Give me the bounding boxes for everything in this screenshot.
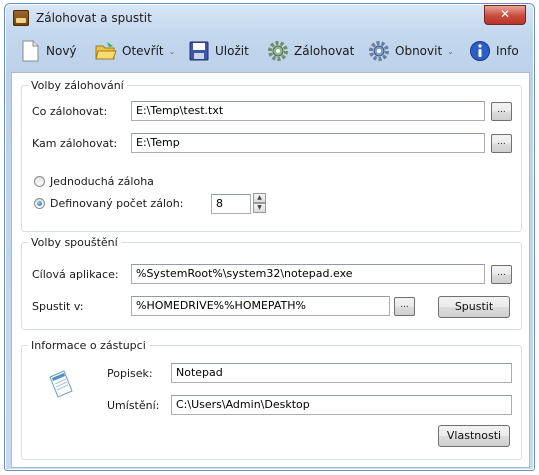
properties-button[interactable]: Vlastnosti <box>438 425 510 447</box>
new-label: Nový <box>46 44 77 58</box>
toolbar: Nový Otevřít ⌄ Uložit Zálohovat Obnovit … <box>11 36 528 66</box>
backup-label: Zálohovat <box>294 44 355 58</box>
info-label: Info <box>496 44 519 58</box>
backup-gear-icon <box>267 40 289 62</box>
launch-options-legend: Volby spouštění <box>31 236 118 249</box>
restore-dropdown-arrow[interactable]: ⌄ <box>447 47 454 56</box>
restore-label: Obnovit <box>395 44 443 58</box>
target-label: Kam zálohovat: <box>32 137 118 150</box>
source-browse-button[interactable]: ... <box>491 102 512 121</box>
target-path-input[interactable]: E:\Temp <box>131 133 485 153</box>
notepad-icon <box>46 369 76 399</box>
app-icon <box>13 10 29 26</box>
new-document-icon <box>19 40 41 62</box>
source-label: Co zálohovat: <box>32 105 108 118</box>
run-in-input[interactable]: %HOMEDRIVE%%HOMEPATH% <box>131 296 390 316</box>
location-label: Umístění: <box>107 399 160 412</box>
source-path-input[interactable]: E:\Temp\test.txt <box>131 101 485 121</box>
shortcut-info-legend: Informace o zástupci <box>31 339 146 352</box>
description-input[interactable]: Notepad <box>171 363 512 383</box>
run-in-label: Spustit v: <box>32 300 84 313</box>
window-title: Zálohovat a spustit <box>36 11 152 25</box>
location-input[interactable]: C:\Users\Admin\Desktop <box>171 395 512 415</box>
run-in-browse-button[interactable]: ... <box>394 297 415 316</box>
target-browse-button[interactable]: ... <box>491 134 512 153</box>
app-window: Zálohovat a spustit ✕ Nový Otevřít ⌄ Ulo… <box>4 3 535 471</box>
save-disk-icon <box>188 40 210 62</box>
open-folder-icon <box>95 40 117 62</box>
backup-options-legend: Volby zálohování <box>31 79 124 92</box>
open-button[interactable]: Otevřít ⌄ <box>95 38 175 64</box>
open-label: Otevřít <box>122 44 164 58</box>
target-app-label: Cílová aplikace: <box>32 268 119 281</box>
info-icon <box>469 40 491 62</box>
spin-down-icon[interactable]: ▼ <box>253 203 266 213</box>
spin-up-icon[interactable]: ▲ <box>253 193 266 203</box>
defined-count-label: Definovaný počet záloh: <box>50 197 184 210</box>
save-label: Uložit <box>215 44 249 58</box>
run-button[interactable]: Spustit <box>438 296 510 318</box>
simple-backup-radio[interactable] <box>34 176 45 187</box>
description-label: Popisek: <box>107 367 153 380</box>
backup-button[interactable]: Zálohovat <box>267 38 354 64</box>
info-button[interactable]: Info <box>469 38 519 64</box>
target-app-input[interactable]: %SystemRoot%\system32\notepad.exe <box>131 264 485 284</box>
simple-backup-label: Jednoduchá záloha <box>50 175 154 188</box>
backup-count-spinner[interactable]: ▲ ▼ <box>253 193 266 215</box>
defined-count-radio[interactable] <box>34 198 45 209</box>
restore-gear-icon <box>368 40 390 62</box>
save-button[interactable]: Uložit <box>188 38 249 64</box>
target-app-browse-button[interactable]: ... <box>491 265 512 284</box>
new-button[interactable]: Nový <box>19 38 77 64</box>
backup-count-input[interactable]: 8 <box>211 194 251 214</box>
close-button[interactable]: ✕ <box>484 5 526 25</box>
open-dropdown-arrow[interactable]: ⌄ <box>169 47 176 56</box>
restore-button[interactable]: Obnovit ⌄ <box>368 38 454 64</box>
content-panel: Volby zálohování Co zálohovat: E:\Temp\t… <box>11 72 530 468</box>
title-bar[interactable]: Zálohovat a spustit ✕ <box>5 4 534 32</box>
